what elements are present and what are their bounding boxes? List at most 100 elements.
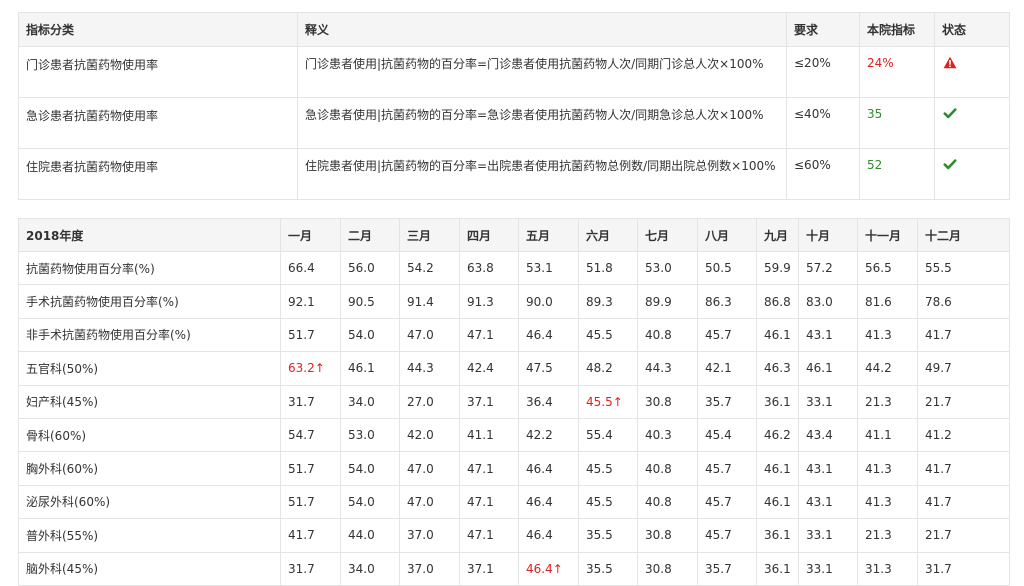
- month-value: 47.1: [459, 317, 519, 353]
- indicator-category: 住院患者抗菌药物使用率: [18, 148, 298, 200]
- month-value: 47.1: [459, 451, 519, 486]
- month-value: 34.0: [340, 384, 400, 419]
- row-label: 骨科(60%): [18, 417, 281, 453]
- warning-icon: [943, 56, 957, 69]
- month-value: 90.5: [340, 284, 400, 319]
- month-value: 40.8: [637, 484, 698, 520]
- month-value: 37.0: [399, 518, 460, 553]
- month-value: 56.0: [340, 250, 400, 286]
- monthly-table-header: 2018年度 一月 二月 三月 四月 五月 六月 七月 八月 九月 十月 十一月 十二月: [18, 218, 1010, 252]
- month-value: 33.1: [798, 384, 858, 419]
- col-header-category[interactable]: 指标分类: [18, 12, 298, 47]
- indicator-value: 35: [859, 97, 935, 149]
- col-header-definition[interactable]: 释义: [297, 12, 787, 47]
- month-value: 46.4: [518, 484, 579, 520]
- col-header-status[interactable]: 状态: [934, 12, 1010, 47]
- month-value: 50.5: [697, 250, 757, 286]
- month-value: 41.7: [917, 451, 1010, 486]
- month-value: 66.4: [280, 250, 341, 286]
- month-value: 21.7: [917, 518, 1010, 553]
- month-value: 47.0: [399, 451, 460, 486]
- month-value: 57.2: [798, 250, 858, 286]
- month-value: 63.2↑: [280, 351, 341, 386]
- month-value: 47.1: [459, 518, 519, 553]
- month-value: 46.1: [340, 351, 400, 386]
- month-value: 44.3: [399, 351, 460, 386]
- indicator-category: 急诊患者抗菌药物使用率: [18, 97, 298, 149]
- table-row: 非手术抗菌药物使用百分率(%) 51.7 54.0 47.0 47.1 46.4 45.5 4…: [18, 317, 1010, 353]
- month-value: 51.7: [280, 317, 341, 353]
- month-value: 41.7: [917, 317, 1010, 353]
- col-header-month[interactable]: 六月: [578, 218, 638, 252]
- month-value: 21.3: [857, 518, 918, 553]
- col-header-month[interactable]: 八月: [697, 218, 757, 252]
- month-value: 43.4: [798, 417, 858, 453]
- row-label: 非手术抗菌药物使用百分率(%): [18, 317, 281, 353]
- month-value: 48.2: [578, 351, 638, 386]
- month-value: 46.1: [798, 351, 858, 386]
- col-header-month[interactable]: 五月: [518, 218, 579, 252]
- col-header-month[interactable]: 十二月: [917, 218, 1010, 252]
- month-value: 45.5: [578, 484, 638, 520]
- col-header-month[interactable]: 九月: [756, 218, 799, 252]
- month-value: 45.7: [697, 317, 757, 353]
- checkmark-icon: [943, 107, 957, 120]
- monthly-stats-table: 2018年度 一月 二月 三月 四月 五月 六月 七月 八月 九月 十月 十一月 十二月 抗菌药物使用…: [18, 218, 1010, 586]
- month-value: 35.7: [697, 551, 757, 586]
- month-value: 46.2: [756, 417, 799, 453]
- month-value: 45.4: [697, 417, 757, 453]
- month-value: 81.6: [857, 284, 918, 319]
- indicator-definition: 住院患者使用|抗菌药物的百分率=出院患者使用抗菌药物总例数/同期出院总例数×10…: [297, 148, 787, 200]
- month-value: 33.1: [798, 551, 858, 586]
- table-row: 骨科(60%) 54.7 53.0 42.0 41.1 42.2 55.4 40.3 45.4 4…: [18, 417, 1010, 453]
- col-header-month[interactable]: 三月: [399, 218, 460, 252]
- month-value: 89.3: [578, 284, 638, 319]
- month-value: 37.0: [399, 551, 460, 586]
- month-value: 42.1: [697, 351, 757, 386]
- month-value: 41.3: [857, 484, 918, 520]
- month-value: 42.0: [399, 417, 460, 453]
- month-value: 34.0: [340, 551, 400, 586]
- col-header-year[interactable]: 2018年度: [18, 218, 281, 252]
- month-value: 40.8: [637, 317, 698, 353]
- indicator-row: 门诊患者抗菌药物使用率 门诊患者使用|抗菌药物的百分率=门诊患者使用抗菌药物人次/…: [18, 46, 1010, 98]
- month-value: 53.1: [518, 250, 579, 286]
- month-value: 45.7: [697, 484, 757, 520]
- month-value: 30.8: [637, 551, 698, 586]
- indicator-requirement: ≤40%: [786, 97, 860, 149]
- month-value: 51.7: [280, 451, 341, 486]
- month-value: 43.1: [798, 451, 858, 486]
- col-header-month[interactable]: 十一月: [857, 218, 918, 252]
- col-header-month[interactable]: 十月: [798, 218, 858, 252]
- month-value: 35.7: [697, 384, 757, 419]
- col-header-month[interactable]: 四月: [459, 218, 519, 252]
- month-value: 41.1: [857, 417, 918, 453]
- month-value: 27.0: [399, 384, 460, 419]
- col-header-month[interactable]: 二月: [340, 218, 400, 252]
- col-header-month[interactable]: 一月: [280, 218, 341, 252]
- month-value: 92.1: [280, 284, 341, 319]
- month-value: 45.5: [578, 317, 638, 353]
- month-value: 44.3: [637, 351, 698, 386]
- table-row: 五官科(50%) 63.2↑ 46.1 44.3 42.4 47.5 48.2 44.3 42.…: [18, 351, 1010, 386]
- indicator-table-header: 指标分类 释义 要求 本院指标 状态: [18, 12, 1010, 47]
- month-value: 46.4: [518, 317, 579, 353]
- month-value: 36.4: [518, 384, 579, 419]
- month-value: 45.5: [578, 451, 638, 486]
- col-header-value[interactable]: 本院指标: [859, 12, 935, 47]
- month-value: 78.6: [917, 284, 1010, 319]
- col-header-requirement[interactable]: 要求: [786, 12, 860, 47]
- col-header-month[interactable]: 七月: [637, 218, 698, 252]
- month-value: 42.2: [518, 417, 579, 453]
- month-value: 86.8: [756, 284, 799, 319]
- month-value: 43.1: [798, 317, 858, 353]
- month-value: 45.7: [697, 451, 757, 486]
- month-value: 45.7: [697, 518, 757, 553]
- table-row: 泌尿外科(60%) 51.7 54.0 47.0 47.1 46.4 45.5 40.8 45.…: [18, 484, 1010, 520]
- month-value: 91.4: [399, 284, 460, 319]
- month-value: 40.3: [637, 417, 698, 453]
- month-value: 46.1: [756, 317, 799, 353]
- month-value: 46.3: [756, 351, 799, 386]
- month-value: 21.3: [857, 384, 918, 419]
- month-value: 46.1: [756, 484, 799, 520]
